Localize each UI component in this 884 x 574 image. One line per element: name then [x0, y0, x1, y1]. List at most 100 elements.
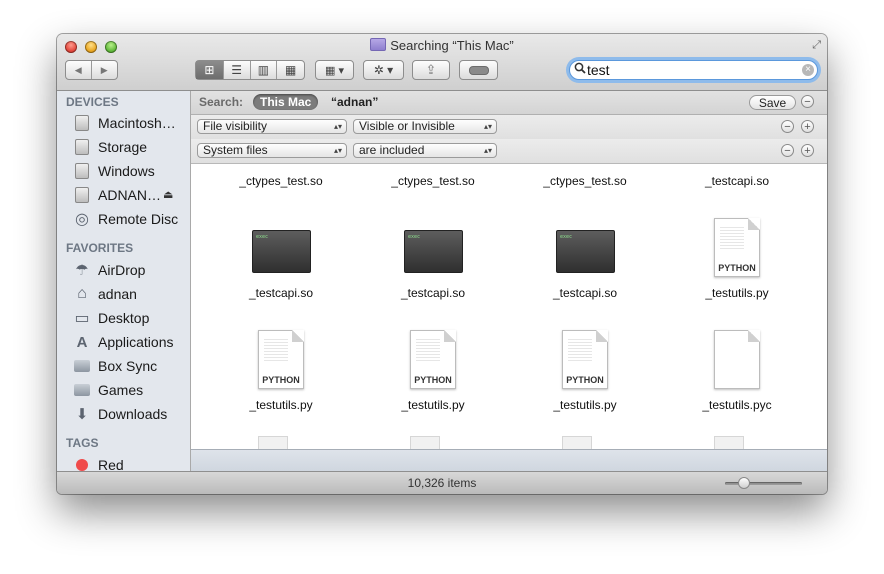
unix-executable-icon: exec [556, 230, 615, 273]
sidebar-item-remote-disc[interactable]: ◎ Remote Disc [74, 209, 186, 229]
criteria-row-1: File visibility ▴▾ Visible or Invisible ▴▾… [191, 115, 827, 140]
fullscreen-icon[interactable]: ⤢ [812, 39, 821, 52]
file-icon-partial[interactable] [410, 436, 440, 449]
cover-flow-button[interactable]: ▦ [277, 61, 304, 79]
cover-flow-icon: ▦ [284, 63, 297, 77]
sidebar-item-label: Red [98, 457, 124, 471]
item-count: 10,326 items [407, 476, 477, 490]
favorites-header: FAVORITES [66, 241, 134, 255]
unix-executable-icon: exec [252, 230, 311, 273]
red-tag-icon [74, 457, 90, 471]
save-search-button[interactable]: Save [749, 95, 796, 110]
window-title-area: Searching “This Mac” [57, 38, 827, 53]
file-item[interactable]: exec _testcapi.so [358, 216, 508, 308]
hard-disk-icon [74, 139, 90, 155]
sidebar-item-desktop[interactable]: ▭ Desktop [74, 308, 186, 328]
criteria-operator-select[interactable]: Visible or Invisible ▴▾ [353, 119, 497, 134]
file-item[interactable]: _ctypes_test.so [510, 164, 660, 196]
criteria-row-2: System files ▴▾ are included ▴▾ − + [191, 139, 827, 164]
file-name: _ctypes_test.so [391, 174, 475, 188]
search-field[interactable]: × [569, 60, 818, 80]
tags-header: TAGS [66, 436, 99, 450]
criteria-attribute-select[interactable]: File visibility ▴▾ [197, 119, 347, 134]
criteria-operator-select[interactable]: are included ▴▾ [353, 143, 497, 158]
search-input[interactable] [587, 62, 787, 78]
popup-arrows-icon: ▴▾ [483, 122, 492, 131]
file-item[interactable]: PYTHON _testutils.py [358, 328, 508, 420]
file-icon-partial[interactable] [258, 436, 288, 449]
add-criteria-button[interactable]: + [801, 144, 814, 157]
remove-scope-button[interactable]: − [801, 95, 814, 108]
icon-size-slider-knob[interactable] [738, 477, 750, 489]
file-name: _testutils.py [705, 286, 769, 300]
file-item[interactable]: _ctypes_test.so [358, 164, 508, 196]
sidebar-item-label: ADNAN… [98, 187, 162, 203]
desktop-icon: ▭ [74, 310, 90, 327]
arrange-button[interactable]: ▦ ▾ [315, 60, 354, 80]
file-item[interactable]: exec _testcapi.so [206, 216, 356, 308]
python-badge: PYTHON [566, 375, 604, 385]
criteria-attribute-select[interactable]: System files ▴▾ [197, 143, 347, 158]
popup-arrows-icon: ▴▾ [483, 146, 492, 155]
back-forward-control: ◀ ▶ [65, 60, 118, 80]
file-item[interactable]: exec _testcapi.so [510, 216, 660, 308]
sidebar-item-airdrop[interactable]: ☂ AirDrop [74, 260, 186, 280]
sidebar-item-adnan[interactable]: ⌂ adnan [74, 284, 186, 304]
file-name: _testutils.py [553, 398, 617, 412]
exec-label: exec [408, 234, 421, 240]
remove-criteria-button[interactable]: − [781, 144, 794, 157]
sidebar-item-label: Applications [98, 334, 174, 350]
eject-icon[interactable]: ⏏ [163, 188, 173, 201]
column-view-button[interactable]: ▥ [251, 61, 278, 79]
add-criteria-button[interactable]: + [801, 120, 814, 133]
sidebar-item-games[interactable]: Games [74, 380, 186, 400]
sidebar-item-storage[interactable]: Storage [74, 137, 186, 157]
scope-label: Search: [199, 95, 244, 109]
action-button[interactable]: ✲ ▾ [363, 60, 404, 80]
window-title: Searching “This Mac” [390, 38, 514, 53]
file-item[interactable]: PYTHON _testutils.py [206, 328, 356, 420]
criteria-operator-value: Visible or Invisible [359, 119, 455, 133]
file-name: _testutils.py [249, 398, 313, 412]
sidebar-item-box-sync[interactable]: Box Sync [74, 356, 186, 376]
file-item[interactable]: PYTHON _testutils.py [510, 328, 660, 420]
hard-disk-icon [74, 115, 90, 131]
sidebar-item-tag-red[interactable]: Red [74, 455, 186, 471]
sidebar-item-label: Remote Disc [98, 211, 179, 227]
exec-label: exec [560, 234, 573, 240]
sidebar-item-label: Downloads [98, 406, 168, 422]
title-bar: Searching “This Mac” ⤢ ◀ ▶ ⊞ ☰ ▥ ▦ ▦ ▾ ✲… [57, 34, 827, 91]
file-item[interactable]: _testcapi.so [662, 164, 812, 196]
remove-criteria-button[interactable]: − [781, 120, 794, 133]
icon-size-slider[interactable] [725, 477, 802, 489]
file-item[interactable]: PYTHON _testutils.py [662, 216, 812, 308]
icon-view-button[interactable]: ⊞ [196, 61, 224, 79]
file-icon-grid: _ctypes_test.so _ctypes_test.so _ctypes_te… [191, 164, 827, 449]
forward-button[interactable]: ▶ [92, 61, 117, 79]
scope-this-mac[interactable]: This Mac [253, 94, 319, 110]
sidebar-item-label: Desktop [98, 310, 150, 326]
file-item[interactable]: _ctypes_test.so [206, 164, 356, 196]
file-name: _testutils.pyc [702, 398, 772, 412]
sidebar-item-windows[interactable]: Windows [74, 161, 186, 181]
arrange-icon: ▦ ▾ [325, 64, 344, 77]
tags-button[interactable] [459, 60, 498, 80]
back-button[interactable]: ◀ [66, 61, 92, 79]
file-item[interactable]: _testutils.pyc [662, 328, 812, 420]
sidebar-item-downloads[interactable]: ⬇ Downloads [74, 404, 186, 424]
sidebar-item-macintosh-hd[interactable]: Macintosh… [74, 113, 186, 133]
clear-search-icon[interactable]: × [802, 64, 814, 76]
devices-header: DEVICES [66, 95, 119, 109]
tag-icon [468, 65, 489, 75]
back-icon: ◀ [74, 64, 82, 75]
file-icon-partial[interactable] [562, 436, 592, 449]
list-view-button[interactable]: ☰ [224, 61, 251, 79]
sidebar-item-applications[interactable]: A Applications [74, 332, 186, 352]
external-disk-icon [74, 187, 90, 203]
exec-label: exec [256, 234, 269, 240]
file-name: _ctypes_test.so [543, 174, 627, 188]
file-icon-partial[interactable] [714, 436, 744, 449]
home-icon: ⌂ [77, 285, 87, 302]
scope-user-folder[interactable]: “adnan” [331, 95, 378, 109]
share-button[interactable]: ⇪ [412, 60, 450, 80]
